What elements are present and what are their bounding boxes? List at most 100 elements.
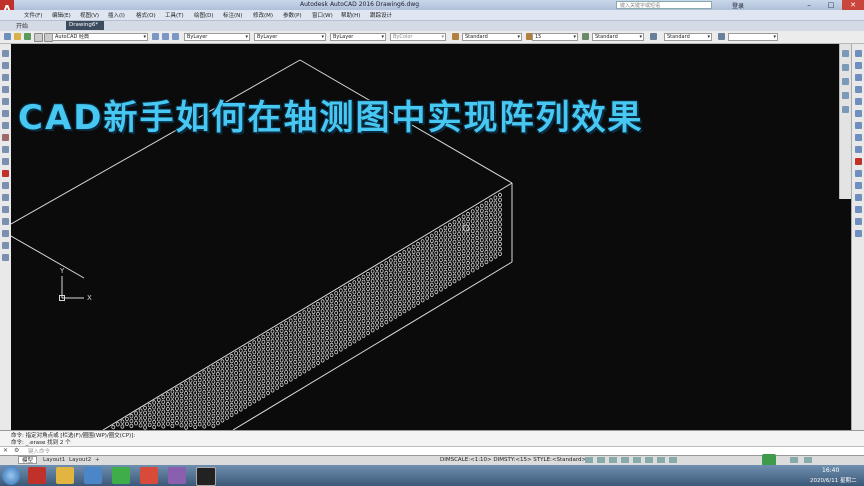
tab-layout1[interactable]: Layout1 (40, 456, 68, 464)
menu-window[interactable]: 窗口(W) (312, 11, 333, 19)
polygon-tool-icon[interactable] (2, 86, 9, 93)
join-tool-icon[interactable] (855, 194, 862, 201)
erase-tool-icon[interactable] (855, 50, 862, 57)
linetype-select[interactable]: ByLayer ▾ (254, 33, 326, 41)
layer-lock-icon[interactable] (34, 33, 43, 42)
start-button-icon[interactable] (2, 466, 20, 485)
layer-manager-icon[interactable] (152, 33, 159, 40)
table-style-icon[interactable] (650, 33, 657, 40)
ellipse-tool-icon[interactable] (2, 158, 9, 165)
gradient-tool-icon[interactable] (2, 218, 9, 225)
close-icon[interactable]: ✕ (842, 0, 864, 10)
lineweight-toggle-icon[interactable] (657, 457, 665, 463)
spline-tool-icon[interactable] (2, 146, 9, 153)
region-tool-icon[interactable] (2, 230, 9, 237)
text-height-select[interactable]: 15 ▾ (532, 33, 578, 41)
copy-tool-icon[interactable] (855, 62, 862, 69)
text-style-select[interactable]: Standard ▾ (462, 33, 522, 41)
snap-toggle-icon[interactable] (597, 457, 605, 463)
circle-tool-icon[interactable] (2, 122, 9, 129)
revision-cloud-icon[interactable] (2, 134, 9, 141)
menu-tracking[interactable]: 跟踪设计 (370, 11, 392, 19)
menu-insert[interactable]: 插入(I) (108, 11, 125, 19)
polar-toggle-icon[interactable] (621, 457, 629, 463)
menu-draw[interactable]: 绘图(D) (194, 11, 214, 19)
ortho-toggle-icon[interactable] (609, 457, 617, 463)
layer-previous-icon[interactable] (172, 33, 179, 40)
line-tool-icon[interactable] (2, 50, 9, 57)
otrack-toggle-icon[interactable] (645, 457, 653, 463)
ucs-y-label: Y (59, 267, 65, 275)
workspace-switch-icon[interactable] (790, 457, 798, 463)
autocad-taskbar-icon[interactable] (28, 467, 46, 484)
arc-tool-icon[interactable] (2, 110, 9, 117)
multileader-style-select[interactable]: ▾ (728, 33, 778, 41)
table-style-select[interactable]: Standard ▾ (664, 33, 712, 41)
extend-tool-icon[interactable] (855, 170, 862, 177)
sign-in-link[interactable]: 登录 (732, 1, 744, 10)
fillet-tool-icon[interactable] (855, 218, 862, 225)
workspace-select[interactable]: AutoCAD 经典 ▾ (52, 33, 148, 41)
menu-help[interactable]: 帮助(H) (341, 11, 360, 19)
dim-style-icon[interactable] (582, 33, 589, 40)
recorder-taskbar-icon[interactable] (196, 467, 216, 486)
clean-screen-icon[interactable] (804, 457, 812, 463)
hatch-tool-icon[interactable] (2, 206, 9, 213)
maximize-icon[interactable]: □ (820, 0, 842, 10)
tab-layout2[interactable]: Layout2 (66, 456, 94, 464)
menu-edit[interactable]: 编辑(E) (52, 11, 71, 19)
menu-format[interactable]: 格式(O) (136, 11, 156, 19)
break-tool-icon[interactable] (855, 182, 862, 189)
mtext-tool-icon[interactable] (2, 254, 9, 261)
make-current-layer-icon[interactable] (162, 33, 169, 40)
color-select[interactable]: ByLayer ▾ (184, 33, 250, 41)
area-icon[interactable] (842, 64, 849, 71)
point-tool-icon[interactable] (2, 194, 9, 201)
menu-dimension[interactable]: 标注(N) (223, 11, 242, 19)
customize-command-icon[interactable]: ⚙ (14, 447, 19, 454)
text-style-icon[interactable] (452, 33, 459, 40)
mirror-tool-icon[interactable] (855, 74, 862, 81)
menu-view[interactable]: 视图(V) (80, 11, 99, 19)
media-taskbar-icon[interactable] (168, 467, 186, 484)
layer-state-icon[interactable] (24, 33, 31, 40)
polyline-tool-icon[interactable] (2, 74, 9, 81)
stretch-tool-icon[interactable] (855, 146, 862, 153)
command-input[interactable]: 键入命令 (28, 447, 50, 455)
menu-parametric[interactable]: 参数(P) (283, 11, 302, 19)
clock-time[interactable]: 16:40 (822, 467, 839, 474)
chamfer-tool-icon[interactable] (855, 206, 862, 213)
explode-tool-icon[interactable] (855, 230, 862, 237)
lineweight-select[interactable]: ByLayer ▾ (330, 33, 386, 41)
search-input[interactable]: 键入关键字或短语 (616, 1, 712, 9)
minimize-icon[interactable]: – (798, 0, 820, 10)
region-mass-icon[interactable] (842, 78, 849, 85)
grid-toggle-icon[interactable] (585, 457, 593, 463)
wechat-taskbar-icon[interactable] (112, 467, 130, 484)
insert-block-icon[interactable] (2, 170, 9, 177)
trim-tool-icon[interactable] (855, 158, 862, 165)
osnap-toggle-icon[interactable] (633, 457, 641, 463)
tab-model[interactable]: 模型 (18, 456, 38, 464)
multileader-style-icon[interactable] (718, 33, 725, 40)
plotstyle-select[interactable]: ByColor ▾ (390, 33, 446, 41)
file-explorer-taskbar-icon[interactable] (56, 467, 74, 484)
make-block-icon[interactable] (2, 182, 9, 189)
browser-taskbar-icon[interactable] (84, 467, 102, 484)
menu-tools[interactable]: 工具(T) (165, 11, 184, 19)
menu-file[interactable]: 文件(F) (24, 11, 42, 19)
workspace-gear-icon[interactable] (4, 33, 11, 40)
tab-start[interactable]: 开始 (16, 21, 28, 30)
construction-line-icon[interactable] (2, 62, 9, 69)
tab-drawing6[interactable]: Drawing6* (66, 21, 104, 30)
layer-bulb-icon[interactable] (14, 33, 21, 40)
rectangle-tool-icon[interactable] (2, 98, 9, 105)
add-layout-button[interactable]: + (92, 456, 103, 464)
distance-icon[interactable] (842, 50, 849, 57)
annotation-scale-icon[interactable] (669, 457, 677, 463)
menu-modify[interactable]: 修改(M) (253, 11, 273, 19)
table-tool-icon[interactable] (2, 242, 9, 249)
app-taskbar-icon[interactable] (140, 467, 158, 484)
close-command-icon[interactable]: ✕ (3, 447, 8, 454)
dim-style-select[interactable]: Standard ▾ (592, 33, 644, 41)
